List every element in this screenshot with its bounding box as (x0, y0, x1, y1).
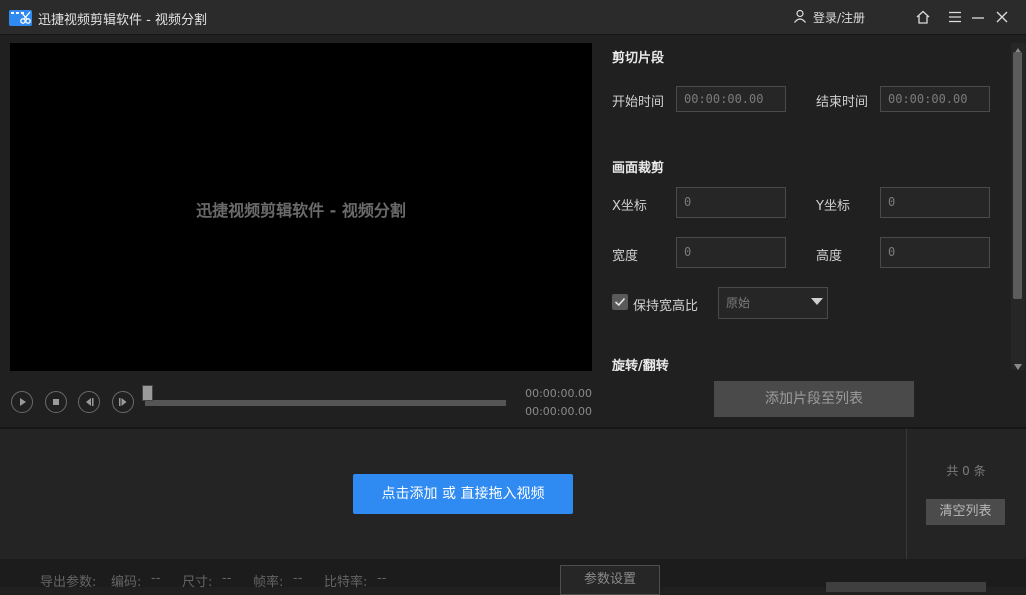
end-time-label: 结束时间 (816, 95, 869, 110)
start-time-field[interactable]: 00:00:00.00 (676, 86, 786, 112)
width-value: 0 (684, 245, 692, 259)
fps-label: 帧率: (253, 575, 284, 590)
bitrate-value: -- (377, 571, 387, 586)
total-time: 00:00:00.00 (525, 405, 592, 418)
export-button[interactable] (826, 582, 986, 592)
app-logo-icon (9, 8, 32, 27)
video-preview: 迅捷视频剪辑软件 - 视频分割 (10, 43, 592, 371)
timeline-track[interactable] (145, 400, 506, 406)
scroll-down-icon[interactable] (1014, 359, 1022, 374)
home-icon[interactable] (915, 9, 931, 25)
end-time-field[interactable]: 00:00:00.00 (880, 86, 990, 112)
y-coordinate-value: 0 (888, 195, 896, 209)
y-coordinate-field[interactable]: 0 (880, 187, 990, 218)
close-icon[interactable] (994, 9, 1010, 25)
height-field[interactable]: 0 (880, 237, 990, 268)
height-label: 高度 (816, 249, 843, 264)
clip-segment-title: 剪切片段 (612, 51, 665, 66)
keep-ratio-label: 保持宽高比 (633, 299, 699, 314)
list-divider (906, 429, 907, 559)
previous-frame-button[interactable] (78, 391, 100, 413)
chevron-down-icon (811, 298, 823, 305)
export-params-label: 导出参数: (40, 575, 97, 590)
size-value: -- (222, 571, 232, 586)
param-settings-button[interactable]: 参数设置 (560, 565, 660, 595)
ratio-dropdown-value: 原始 (726, 296, 751, 310)
minimize-icon[interactable] (970, 9, 986, 25)
y-coordinate-label: Y坐标 (816, 199, 850, 214)
play-icon (20, 398, 26, 406)
previous-frame-icon (86, 398, 94, 406)
keep-ratio-checkbox[interactable] (612, 294, 628, 310)
current-time: 00:00:00.00 (525, 387, 592, 400)
width-field[interactable]: 0 (676, 237, 786, 268)
x-coordinate-label: X坐标 (612, 199, 647, 214)
x-coordinate-field[interactable]: 0 (676, 187, 786, 218)
start-time-label: 开始时间 (612, 95, 665, 110)
login-button[interactable]: 登录/注册 (793, 9, 865, 26)
scrollbar-thumb[interactable] (1013, 52, 1022, 299)
next-frame-button[interactable] (112, 391, 134, 413)
timeline-handle[interactable] (142, 385, 153, 401)
check-icon (614, 297, 626, 307)
x-coordinate-value: 0 (684, 195, 692, 209)
next-frame-icon (119, 398, 127, 406)
window-title: 迅捷视频剪辑软件 - 视频分割 (38, 13, 207, 28)
menu-icon[interactable] (947, 9, 963, 25)
size-label: 尺寸: (182, 575, 213, 590)
user-icon (793, 9, 807, 26)
login-label: 登录/注册 (813, 11, 866, 25)
play-button[interactable] (11, 391, 33, 413)
codec-value: -- (151, 571, 161, 586)
panel-clip (600, 371, 1011, 377)
item-count: 共 0 条 (946, 464, 986, 478)
width-label: 宽度 (612, 249, 639, 264)
clear-list-button[interactable]: 清空列表 (926, 499, 1005, 525)
crop-title: 画面裁剪 (612, 161, 665, 176)
stop-icon (53, 399, 59, 405)
add-video-button[interactable]: 点击添加 或 直接拖入视频 (353, 474, 573, 514)
ratio-dropdown[interactable]: 原始 (718, 287, 828, 319)
preview-watermark: 迅捷视频剪辑软件 - 视频分割 (196, 201, 406, 220)
codec-label: 编码: (111, 575, 142, 590)
add-segment-button[interactable]: 添加片段至列表 (714, 381, 914, 417)
bitrate-label: 比特率: (324, 575, 368, 590)
fps-value: -- (293, 571, 303, 586)
stop-button[interactable] (45, 391, 67, 413)
height-value: 0 (888, 245, 896, 259)
